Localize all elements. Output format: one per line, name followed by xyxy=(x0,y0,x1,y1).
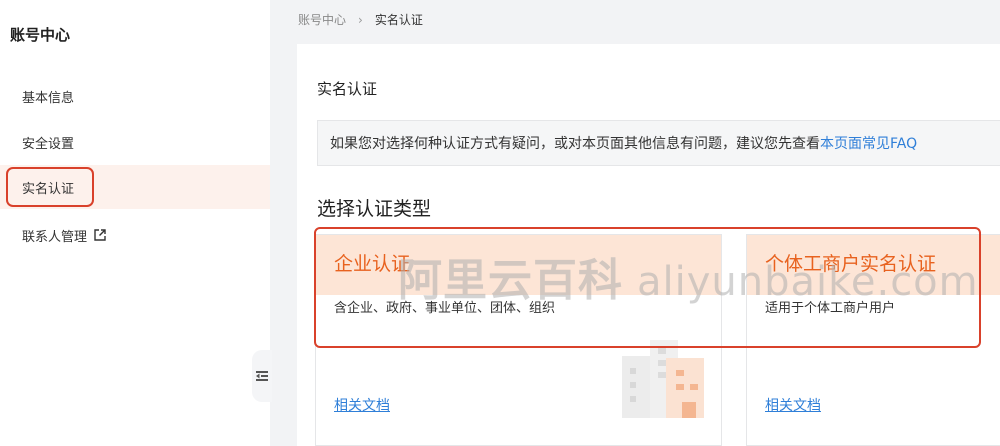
breadcrumb-current: 实名认证 xyxy=(374,13,423,27)
sidebar-item-label: 联系人管理 xyxy=(22,229,88,245)
sidebar-item-label: 基本信息 xyxy=(22,90,75,106)
external-link-icon xyxy=(93,228,107,242)
sidebar-item-contacts[interactable]: 联系人管理 xyxy=(0,213,270,257)
highlight-frame xyxy=(314,227,981,348)
faq-link[interactable]: 本页面常见FAQ xyxy=(820,133,917,153)
breadcrumb: 账号中心 › 实名认证 xyxy=(298,11,423,28)
section-title: 选择认证类型 xyxy=(317,198,432,220)
sidebar-title: 账号中心 xyxy=(10,26,71,44)
sidebar-item-security-settings[interactable]: 安全设置 xyxy=(0,120,270,164)
collapse-sidebar-button[interactable] xyxy=(252,350,272,402)
sidebar-item-basic-info[interactable]: 基本信息 xyxy=(0,74,270,118)
breadcrumb-parent[interactable]: 账号中心 xyxy=(298,11,346,28)
highlight-frame xyxy=(6,167,94,207)
related-docs-link[interactable]: 相关文档 xyxy=(765,395,821,415)
related-docs-link[interactable]: 相关文档 xyxy=(334,395,390,415)
page-title: 实名认证 xyxy=(317,80,378,98)
notice-text: 如果您对选择何种认证方式有疑问，或对本页面其他信息有问题，建议您先查看 xyxy=(330,136,820,152)
sidebar: 账号中心 基本信息 安全设置 实名认证 联系人管理 xyxy=(0,0,270,446)
collapse-icon xyxy=(256,367,268,386)
breadcrumb-separator: › xyxy=(358,12,363,27)
sidebar-item-label: 安全设置 xyxy=(22,136,75,152)
notice-bar: 如果您对选择何种认证方式有疑问，或对本页面其他信息有问题，建议您先查看 本页面常见… xyxy=(317,120,1000,166)
building-illustration-icon xyxy=(620,338,710,424)
